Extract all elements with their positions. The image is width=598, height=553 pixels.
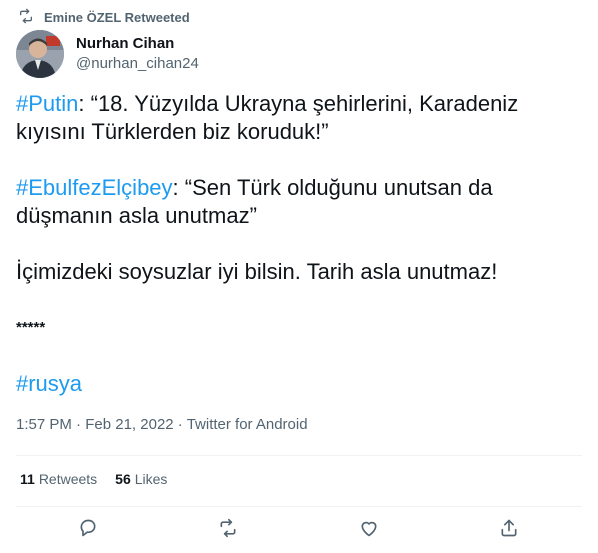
retweets-stat[interactable]: 11 Retweets xyxy=(20,471,97,487)
reply-button[interactable] xyxy=(76,518,100,542)
likes-label: Likes xyxy=(134,471,168,487)
tweet-author[interactable]: Nurhan Cihan @nurhan_cihan24 xyxy=(16,30,199,78)
divider xyxy=(16,455,582,456)
meta-separator: · xyxy=(71,416,86,433)
handle[interactable]: @nurhan_cihan24 xyxy=(76,54,199,74)
tweet-actions xyxy=(0,512,598,548)
author-names: Nurhan Cihan @nurhan_cihan24 xyxy=(76,34,199,74)
tweet-meta: 1:57 PM · Feb 21, 2022 · Twitter for And… xyxy=(16,416,308,433)
tweet-paragraph-1-text: : “18. Yüzyılda Ukrayna şehirlerini, Kar… xyxy=(16,91,519,144)
tweet-paragraph-3: İçimizdeki soysuzlar iyi bilsin. Tarih a… xyxy=(16,259,498,284)
retweets-label: Retweets xyxy=(38,471,98,487)
share-icon xyxy=(499,518,519,543)
retweet-context-label: Emine ÖZEL Retweeted xyxy=(44,9,190,25)
retweet-context[interactable]: Emine ÖZEL Retweeted xyxy=(18,8,190,26)
tweet-paragraph-2: #EbulfezElçibey: “Sen Türk olduğunu unut… xyxy=(16,174,576,230)
hashtag-putin[interactable]: #Putin xyxy=(16,91,78,116)
meta-separator: · xyxy=(173,416,187,433)
tweet-date[interactable]: Feb 21, 2022 xyxy=(85,416,173,433)
retweet-button[interactable] xyxy=(216,518,240,542)
reply-icon xyxy=(78,518,98,543)
likes-stat[interactable]: 56 Likes xyxy=(115,471,167,487)
retweets-count: 11 xyxy=(20,471,35,487)
tweet-text: #Putin: “18. Yüzyılda Ukrayna şehirlerin… xyxy=(16,90,576,426)
tweet-paragraph-5: #rusya xyxy=(16,370,576,398)
tweet-time[interactable]: 1:57 PM xyxy=(16,416,72,433)
display-name[interactable]: Nurhan Cihan xyxy=(76,34,199,54)
tweet-paragraph-1: #Putin: “18. Yüzyılda Ukrayna şehirlerin… xyxy=(16,90,576,146)
like-icon xyxy=(359,518,379,543)
avatar[interactable] xyxy=(16,30,64,78)
divider xyxy=(16,506,582,507)
retweet-icon xyxy=(18,8,34,27)
hashtag-rusya[interactable]: #rusya xyxy=(16,371,82,396)
share-button[interactable] xyxy=(497,518,521,542)
hashtag-ebulfezelcibey[interactable]: #EbulfezElçibey xyxy=(16,175,173,200)
tweet-stars: ***** xyxy=(16,319,46,336)
like-button[interactable] xyxy=(357,518,381,542)
tweet-source[interactable]: Twitter for Android xyxy=(187,416,308,433)
retweet-icon xyxy=(218,518,238,543)
likes-count: 56 xyxy=(115,471,131,487)
tweet-stats: 11 Retweets 56 Likes xyxy=(20,471,167,487)
